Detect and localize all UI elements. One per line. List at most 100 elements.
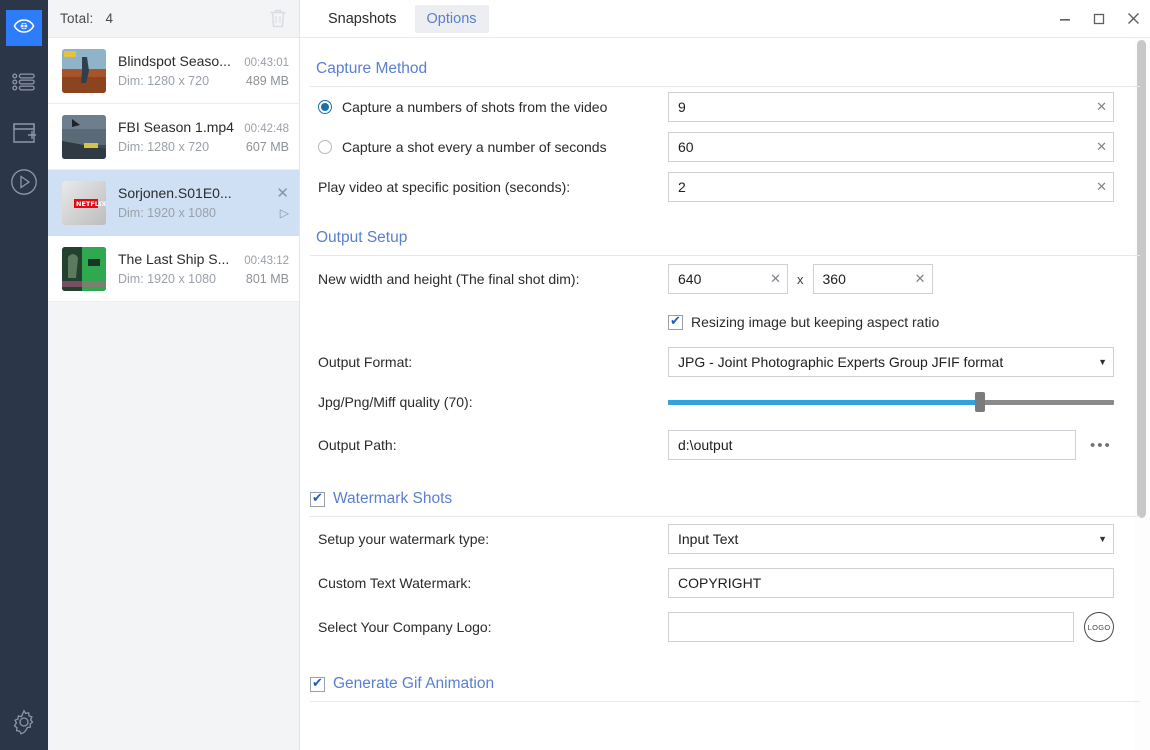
title-bar: Snapshots Options: [300, 0, 1150, 38]
row-output-path: Output Path: d:\output •••: [300, 422, 1150, 468]
radio-indicator-on[interactable]: [318, 100, 332, 114]
radio-capture-shots-label: Capture a numbers of shots from the vide…: [342, 99, 608, 115]
aspect-ratio-checkbox[interactable]: Resizing image but keeping aspect ratio: [668, 313, 940, 330]
play-position-input[interactable]: 2 ✕: [668, 172, 1114, 202]
watermark-text-input[interactable]: COPYRIGHT: [668, 568, 1114, 598]
list-item[interactable]: The Last Ship S... 00:43:12 Dim: 1920 x …: [48, 236, 299, 302]
sidebar-item-settings[interactable]: [6, 706, 42, 742]
thumbnail: NETFLIX: [62, 180, 106, 225]
watermark-checkbox[interactable]: [310, 490, 325, 507]
eye-icon: [13, 15, 35, 42]
list-item-name: The Last Ship S...: [118, 251, 230, 267]
radio-capture-seconds[interactable]: Capture a shot every a number of seconds: [318, 139, 668, 155]
icon-rail: [0, 0, 48, 750]
chevron-down-icon[interactable]: ▼: [1092, 357, 1107, 367]
list-item-duration: 00:42:48: [244, 123, 289, 135]
output-height-input[interactable]: 360 ✕: [812, 264, 933, 294]
company-logo-label: Select Your Company Logo:: [318, 619, 492, 635]
output-width-value: 640: [678, 271, 702, 287]
tab-options[interactable]: Options: [414, 4, 489, 33]
sidebar-item-play[interactable]: [6, 166, 42, 202]
sidebar-item-snapshots[interactable]: [6, 10, 42, 46]
options-content: Capture Method Capture a numbers of shot…: [300, 38, 1150, 702]
app-window: Total: 4 Blindspot Seaso... 00:43:01 Dim…: [0, 0, 1150, 750]
clear-icon[interactable]: ✕: [1090, 179, 1107, 195]
tab-strip: Snapshots Options: [300, 0, 495, 37]
gif-checkbox[interactable]: [310, 675, 325, 692]
sidebar-item-add-file[interactable]: [6, 117, 42, 153]
list-item-meta: FBI Season 1.mp4 00:42:48 Dim: 1280 x 72…: [118, 119, 289, 154]
output-path-value: d:\output: [678, 437, 733, 453]
row-aspect-ratio: Resizing image but keeping aspect ratio: [300, 302, 1150, 342]
logo-picker-button[interactable]: LOGO: [1084, 612, 1114, 642]
thumbnail: [62, 114, 106, 159]
list-item-selected[interactable]: NETFLIX Sorjonen.S01E0... ✕ Dim: 1920 x …: [48, 170, 299, 236]
radio-capture-shots[interactable]: Capture a numbers of shots from the vide…: [318, 99, 668, 115]
output-width-input[interactable]: 640 ✕: [668, 264, 788, 294]
browse-button[interactable]: •••: [1090, 437, 1112, 454]
seconds-interval-value: 60: [678, 139, 694, 155]
shots-count-input[interactable]: 9 ✕: [668, 92, 1114, 122]
close-icon[interactable]: ✕: [270, 186, 289, 201]
total-count: 4: [105, 11, 113, 26]
shots-count-value: 9: [678, 99, 686, 115]
gear-icon: [11, 708, 37, 740]
clear-icon[interactable]: ✕: [909, 271, 926, 287]
dimension-separator: x: [797, 271, 804, 287]
clear-icon[interactable]: ✕: [764, 271, 781, 287]
list-item-dim: Dim: 1280 x 720: [118, 74, 210, 88]
watermark-type-value: Input Text: [678, 531, 739, 547]
list-item[interactable]: Blindspot Seaso... 00:43:01 Dim: 1280 x …: [48, 38, 299, 104]
output-format-select[interactable]: JPG - Joint Photographic Experts Group J…: [668, 347, 1114, 377]
row-play-position: Play video at specific position (seconds…: [300, 167, 1150, 207]
output-path-input[interactable]: d:\output: [668, 430, 1076, 460]
window-controls: [1048, 0, 1150, 37]
minimize-button[interactable]: [1048, 0, 1082, 38]
checkbox-indicator[interactable]: [668, 313, 683, 330]
row-output-dimensions: New width and height (The final shot dim…: [300, 256, 1150, 302]
clear-icon[interactable]: ✕: [1090, 99, 1107, 115]
list-item-duration: 00:43:01: [244, 57, 289, 69]
company-logo-input[interactable]: [668, 612, 1075, 642]
radio-capture-seconds-label: Capture a shot every a number of seconds: [342, 139, 607, 155]
slider-fill: [668, 399, 981, 405]
chevron-down-icon[interactable]: ▼: [1092, 534, 1107, 544]
options-scroll-area[interactable]: Capture Method Capture a numbers of shot…: [300, 38, 1150, 750]
close-button[interactable]: [1116, 0, 1150, 38]
maximize-button[interactable]: [1082, 0, 1116, 38]
seconds-interval-input[interactable]: 60 ✕: [668, 132, 1114, 162]
play-position-label: Play video at specific position (seconds…: [318, 179, 571, 195]
list-item-name: Sorjonen.S01E0...: [118, 185, 232, 201]
slider-handle[interactable]: [975, 392, 986, 412]
list-item[interactable]: FBI Season 1.mp4 00:42:48 Dim: 1280 x 72…: [48, 104, 299, 170]
tab-snapshots[interactable]: Snapshots: [316, 5, 409, 33]
watermark-type-select[interactable]: Input Text ▼: [668, 524, 1114, 554]
row-output-format: Output Format: JPG - Joint Photographic …: [300, 342, 1150, 382]
sidebar-item-list[interactable]: [6, 66, 42, 102]
output-height-value: 360: [822, 271, 846, 287]
section-heading-gif[interactable]: Generate Gif Animation: [300, 649, 1150, 701]
play-icon[interactable]: ▷: [274, 207, 289, 219]
watermark-text-label: Custom Text Watermark:: [318, 575, 472, 591]
watermark-text-value: COPYRIGHT: [678, 575, 762, 591]
aspect-ratio-label: Resizing image but keeping aspect ratio: [691, 314, 940, 330]
svg-text:NETFLIX: NETFLIX: [76, 200, 106, 208]
thumbnail: [62, 246, 106, 291]
list-item-dim: Dim: 1920 x 1080: [118, 272, 216, 286]
list-item-dim: Dim: 1920 x 1080: [118, 206, 216, 220]
clear-icon[interactable]: ✕: [1090, 139, 1107, 155]
file-list-header: Total: 4: [48, 0, 299, 38]
list-item-size: 607 MB: [245, 140, 289, 154]
radio-indicator-off[interactable]: [318, 140, 332, 154]
row-company-logo: Select Your Company Logo: LOGO: [300, 605, 1150, 649]
section-heading-watermark[interactable]: Watermark Shots: [300, 468, 1150, 516]
watermark-heading-label: Watermark Shots: [333, 490, 453, 507]
quality-slider[interactable]: [668, 389, 1114, 415]
options-pane: Snapshots Options Capture Method Capture…: [300, 0, 1150, 750]
list-icon: [12, 72, 36, 97]
output-dimensions-label: New width and height (The final shot dim…: [318, 271, 580, 287]
watermark-type-label: Setup your watermark type:: [318, 531, 490, 547]
trash-icon[interactable]: [265, 6, 291, 32]
row-capture-shots: Capture a numbers of shots from the vide…: [300, 87, 1150, 127]
list-item-size: 801 MB: [245, 272, 289, 286]
